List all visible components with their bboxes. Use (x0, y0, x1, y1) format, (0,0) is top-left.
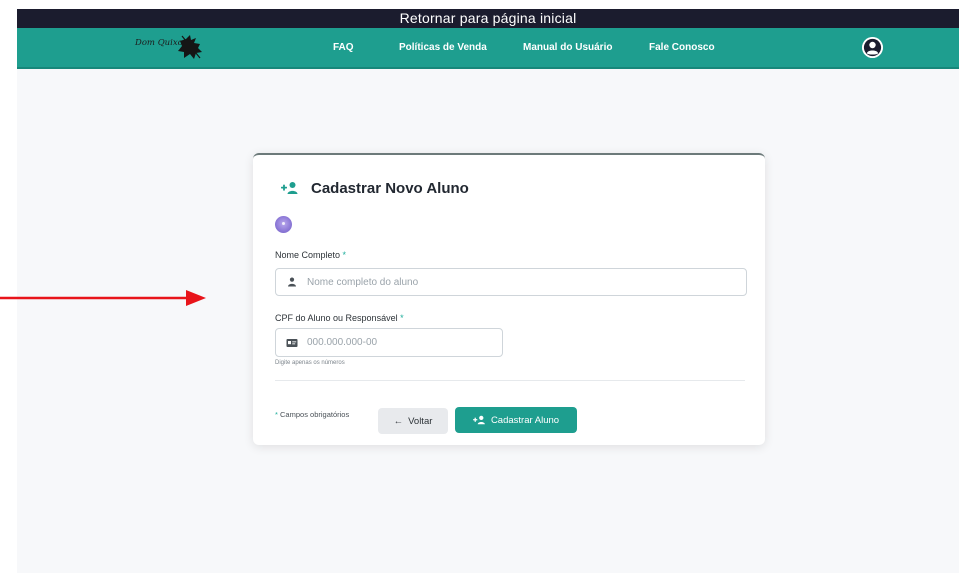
avatar-icon (275, 216, 292, 233)
name-required-mark: * (342, 250, 347, 260)
page-title: Cadastrar Novo Aluno (311, 179, 469, 197)
id-card-icon (286, 338, 298, 347)
required-note-text: Campos obrigatórios (280, 410, 350, 419)
name-label-text: Nome Completo (275, 250, 341, 260)
navbar: Dom Quixote FAQ Políticas de Venda Manua… (17, 28, 959, 69)
card-header: Cadastrar Novo Aluno (281, 177, 469, 199)
required-fields-note: * Campos obrigatórios (275, 410, 349, 419)
register-student-card: Cadastrar Novo Aluno Nome Completo * CPF… (253, 153, 765, 445)
name-field[interactable] (275, 268, 747, 296)
annotation-arrow-icon (0, 290, 206, 306)
user-circle-icon (862, 37, 883, 58)
user-plus-icon (281, 182, 298, 194)
name-input[interactable] (307, 272, 746, 292)
cpf-label: CPF do Aluno ou Responsável * (275, 313, 404, 323)
user-account-button[interactable] (862, 37, 883, 58)
form-divider (275, 380, 745, 381)
register-button-label: Cadastrar Aluno (490, 414, 560, 426)
return-home-bar: Retornar para página inicial (17, 9, 959, 28)
cpf-required-mark: * (400, 313, 404, 323)
nav-link-manual[interactable]: Manual do Usuário (523, 28, 612, 67)
required-note-mark: * (275, 410, 278, 419)
cpf-input[interactable] (307, 332, 502, 353)
cpf-hint: Digite apenas os números (275, 360, 345, 366)
cpf-field[interactable] (275, 328, 503, 357)
user-plus-icon (473, 415, 485, 425)
register-student-button[interactable]: Cadastrar Aluno (455, 407, 577, 433)
name-label: Nome Completo * (275, 250, 346, 260)
arrow-left-icon: ← (393, 415, 404, 427)
cpf-label-text: CPF do Aluno ou Responsável (275, 313, 398, 323)
logo[interactable]: Dom Quixote (134, 34, 206, 60)
user-icon (288, 277, 296, 287)
nav-link-faq[interactable]: FAQ (333, 28, 354, 67)
nav-link-politicas[interactable]: Políticas de Venda (399, 28, 487, 67)
return-home-link[interactable]: Retornar para página inicial (400, 10, 577, 26)
back-button-label: Voltar (408, 415, 433, 427)
back-button[interactable]: ← Voltar (378, 408, 448, 434)
nav-link-contato[interactable]: Fale Conosco (649, 28, 715, 67)
